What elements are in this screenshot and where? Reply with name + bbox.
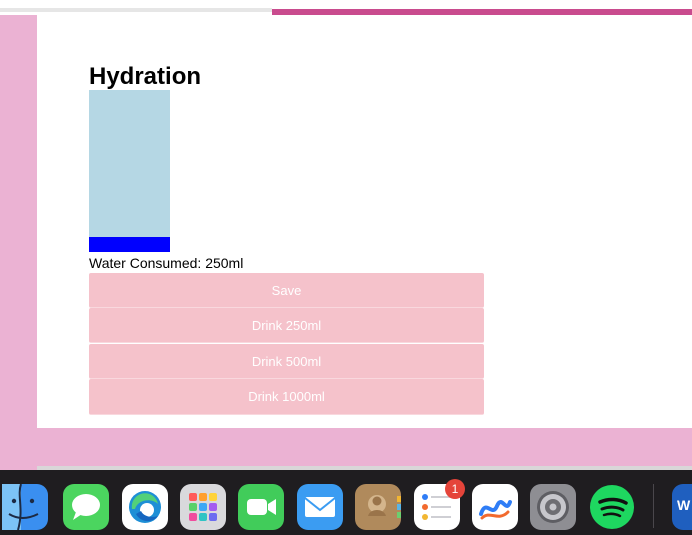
water-consumed-value: 250ml	[205, 255, 244, 271]
water-bottle	[89, 90, 170, 252]
launchpad-icon[interactable]	[180, 484, 226, 530]
drink-500ml-button[interactable]: Drink 500ml	[89, 344, 484, 379]
lower-background	[0, 428, 692, 468]
messages-icon[interactable]	[63, 484, 109, 530]
dock-separator	[653, 484, 654, 528]
system-settings-icon[interactable]	[530, 484, 576, 530]
mail-icon[interactable]	[297, 484, 343, 530]
edge-icon[interactable]	[122, 484, 168, 530]
save-button[interactable]: Save	[89, 273, 484, 308]
freeform-icon[interactable]	[472, 484, 518, 530]
water-level-fill	[89, 237, 170, 252]
word-letter: W	[677, 497, 691, 513]
word-icon[interactable]: W	[672, 484, 692, 530]
dock: W	[0, 470, 692, 535]
left-background	[0, 15, 37, 467]
drink-1000ml-button[interactable]: Drink 1000ml	[89, 379, 484, 415]
spotify-icon[interactable]	[589, 484, 635, 530]
water-consumed-label: Water Consumed:	[89, 255, 206, 271]
reminders-badge: 1	[445, 479, 465, 499]
finder-icon[interactable]	[0, 483, 48, 531]
facetime-icon[interactable]	[238, 484, 284, 530]
drink-250ml-button[interactable]: Drink 250ml	[89, 308, 484, 343]
top-strip	[0, 0, 692, 15]
app-card: Hydration Water Consumed: 250ml Save Dri…	[37, 15, 692, 428]
water-consumed-text: Water Consumed: 250ml	[89, 255, 243, 271]
top-divider	[0, 8, 272, 12]
contacts-icon[interactable]	[355, 484, 401, 530]
page-title: Hydration	[89, 63, 202, 90]
